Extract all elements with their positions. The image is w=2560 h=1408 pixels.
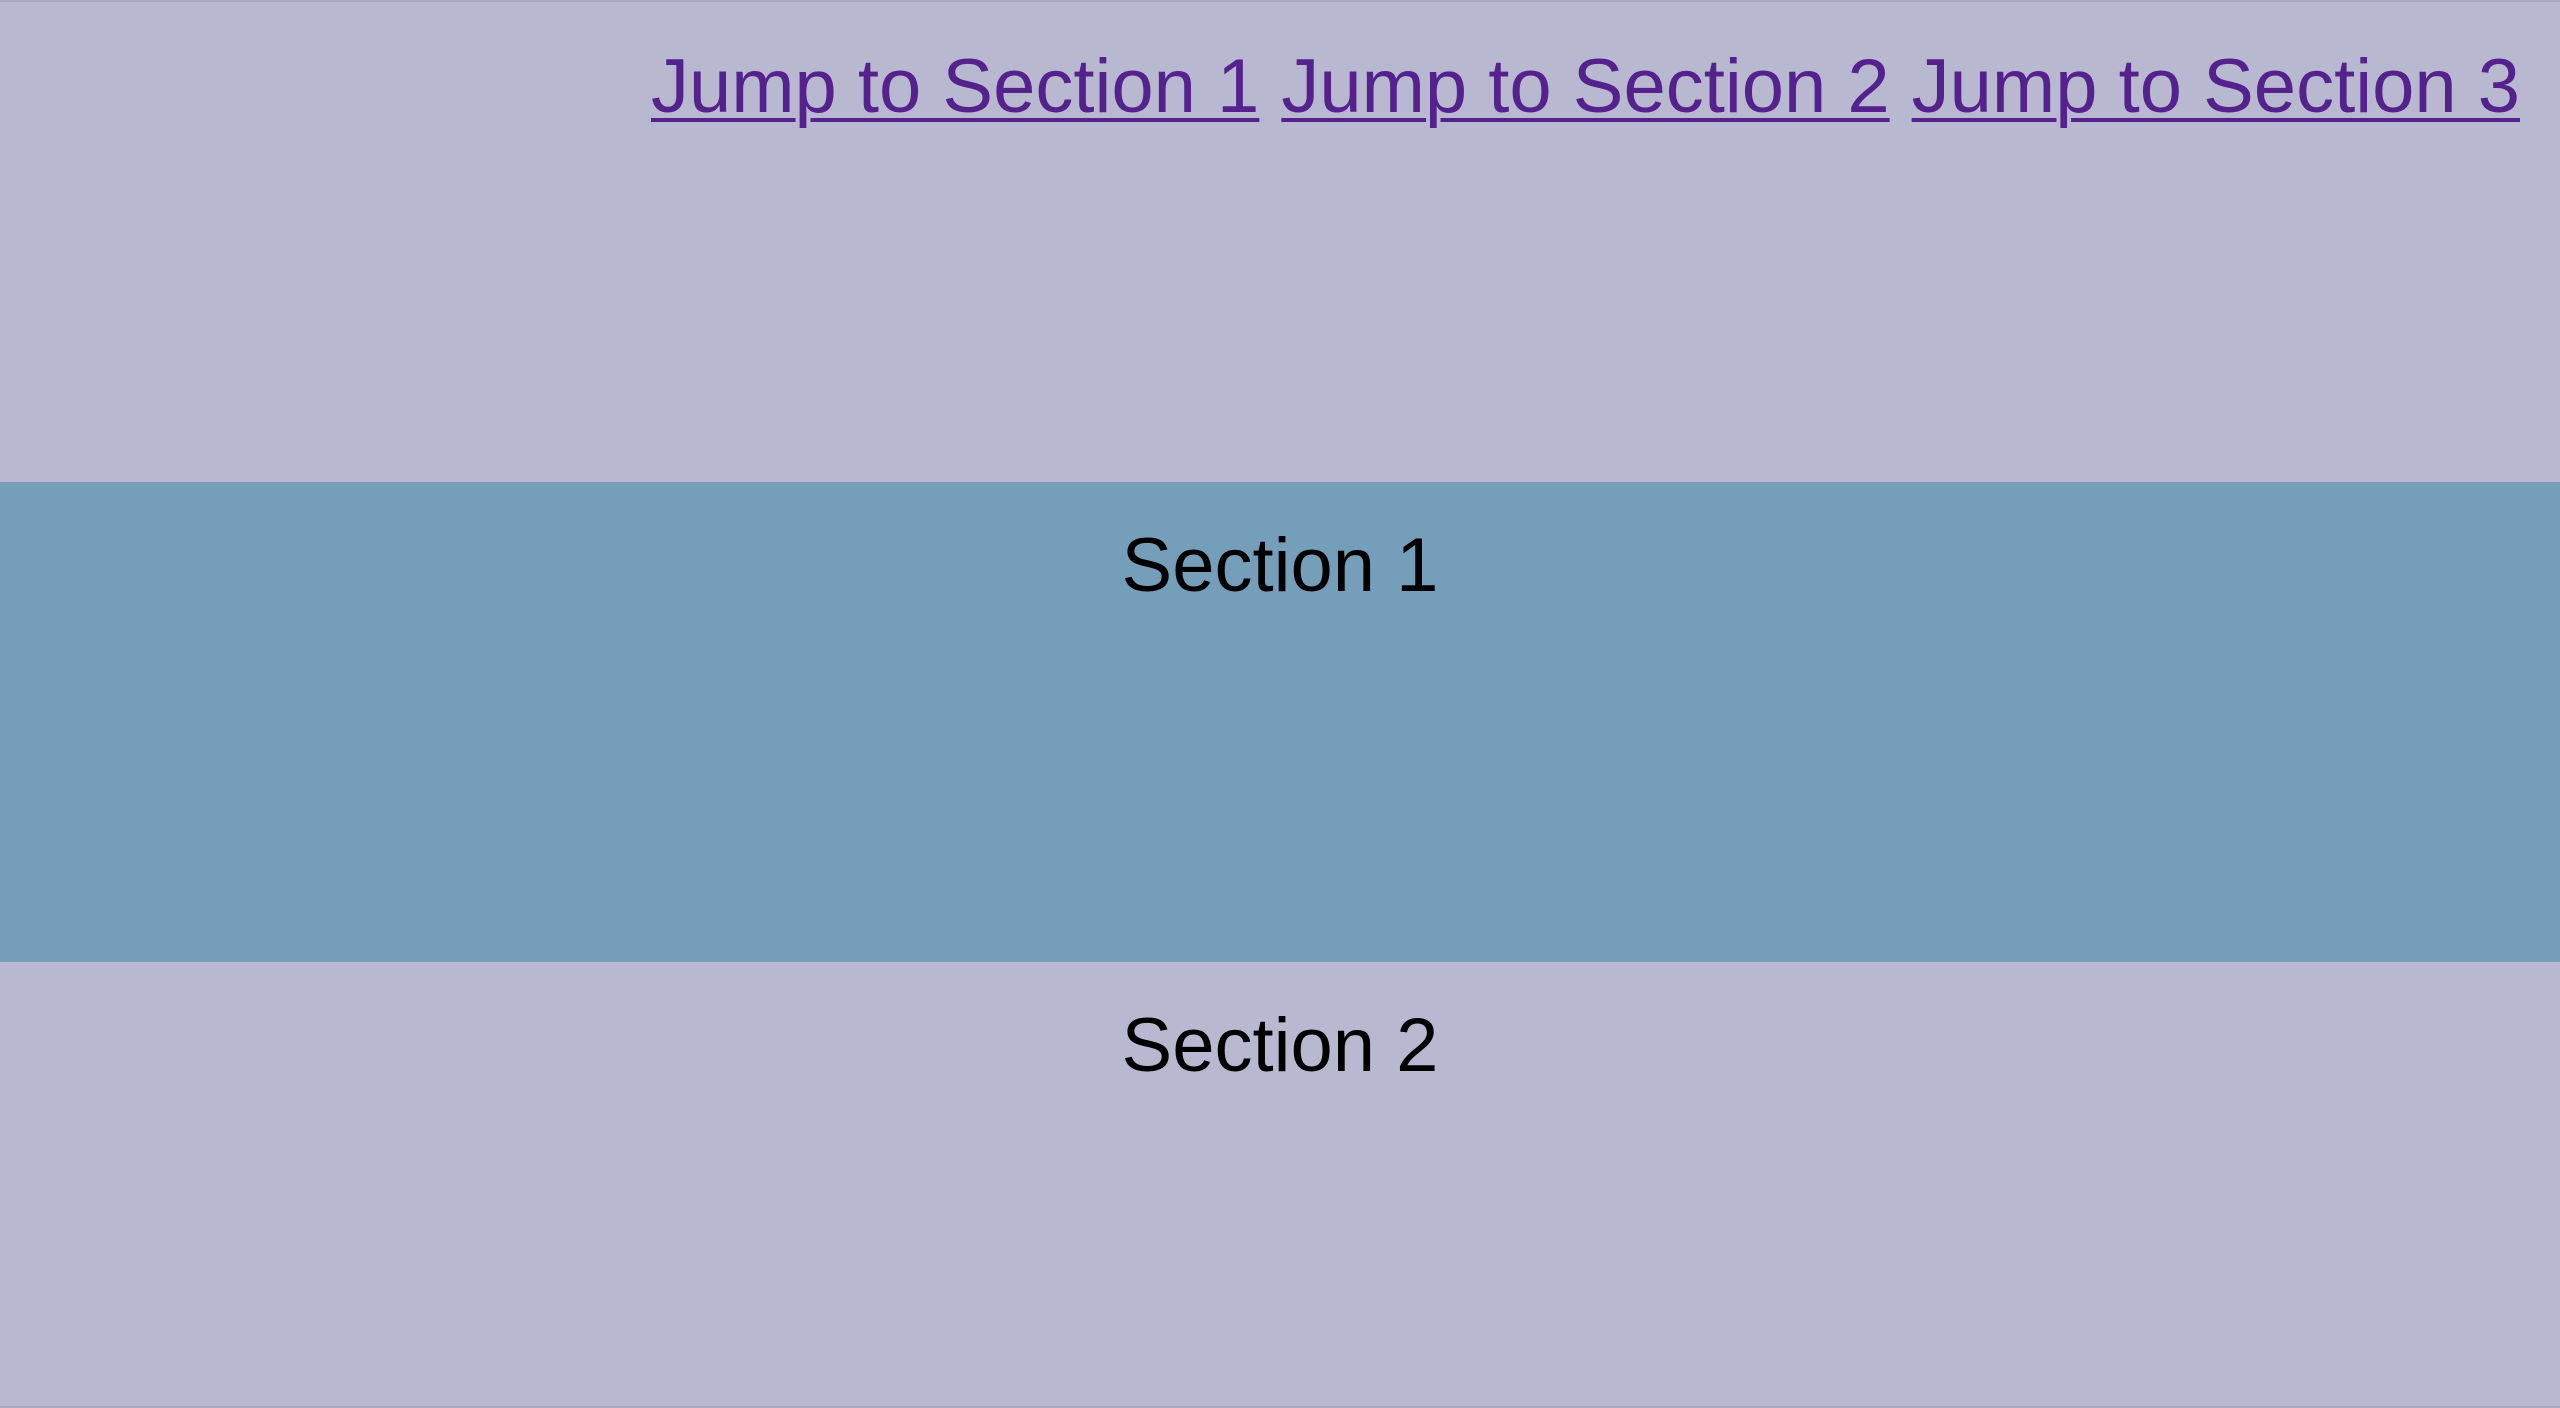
section-2-panel: Section 2	[0, 962, 2560, 1406]
jump-to-section-1-link[interactable]: Jump to Section 1	[651, 46, 1259, 128]
top-hero-area: Jump to Section 1 Jump to Section 2 Jump…	[0, 2, 2560, 482]
page-container: Jump to Section 1 Jump to Section 2 Jump…	[0, 0, 2560, 1408]
section-1-title: Section 1	[1121, 523, 1439, 608]
section-1-panel: Section 1	[0, 482, 2560, 962]
jump-to-section-3-link[interactable]: Jump to Section 3	[1912, 46, 2520, 128]
jump-to-section-2-link[interactable]: Jump to Section 2	[1281, 46, 1889, 128]
section-jump-navigation: Jump to Section 1 Jump to Section 2 Jump…	[651, 46, 2520, 128]
section-2-title: Section 2	[1121, 1003, 1439, 1088]
